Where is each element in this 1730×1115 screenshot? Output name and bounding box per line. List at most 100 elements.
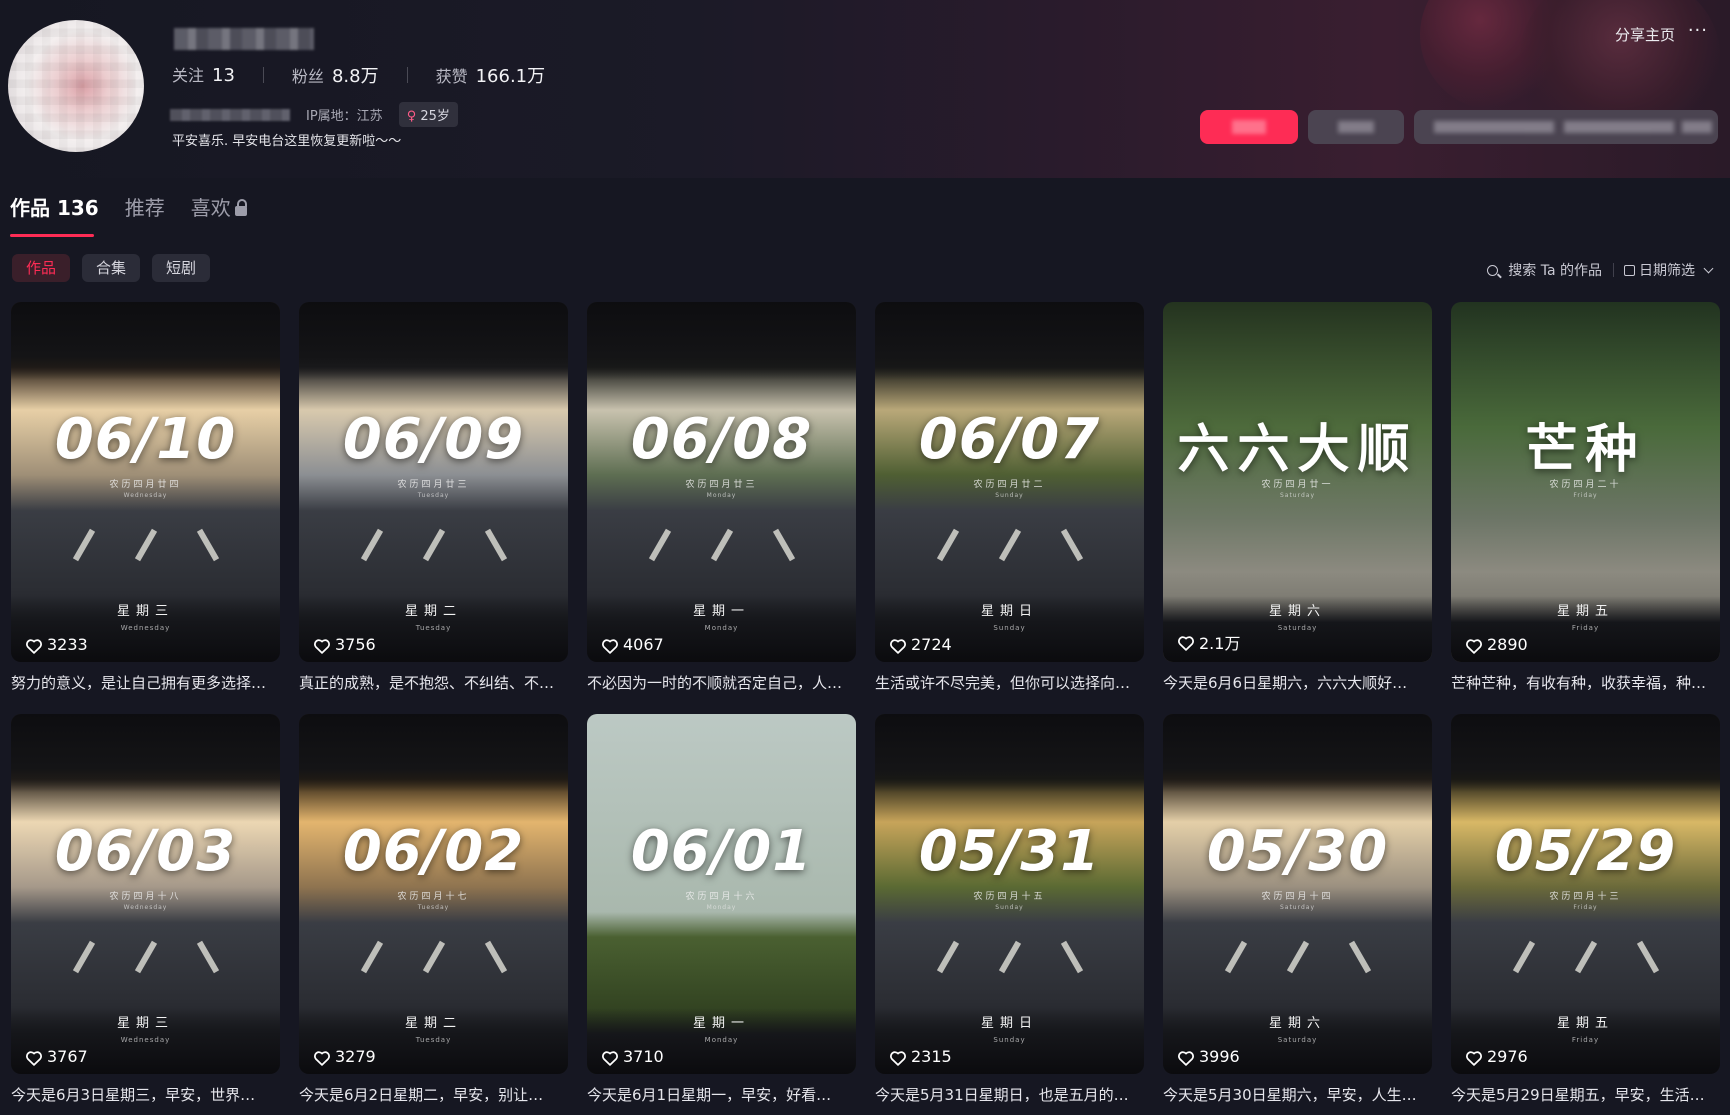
stat-followers[interactable]: 粉丝 8.8万 (292, 62, 379, 88)
tab-works[interactable]: 作品 136 (10, 192, 99, 221)
weekday-english-top: Tuesday (417, 492, 450, 499)
video-card[interactable]: 芒种 农历四月二十 Friday 星期五 Friday 2890 芒种芒种，有收有种，收获幸… (1451, 302, 1720, 693)
weekday-english: Friday (1571, 1036, 1600, 1044)
video-caption[interactable]: 努力的意义，是让自己拥有更多选择… (11, 672, 280, 693)
lane-marking (484, 940, 508, 974)
action-button-blurred[interactable] (1414, 110, 1718, 144)
video-caption[interactable]: 今天是5月31日星期日，也是五月的… (875, 1084, 1144, 1105)
age-badge: ♀ 25岁 (398, 102, 458, 127)
video-card[interactable]: 06/09 农历四月廿三 Tuesday 星期二 Tuesday 3756 真正的成熟，是不… (299, 302, 568, 693)
video-caption[interactable]: 生活或许不尽完美，但你可以选择向… (875, 672, 1144, 693)
lane-marking (998, 940, 1022, 974)
lunar-date: 农历四月十五 (973, 892, 1046, 902)
lane-marking (422, 940, 446, 974)
lane-marking (1574, 940, 1598, 974)
weekday-label: 星期五 (1556, 1016, 1614, 1031)
like-count: 3767 (25, 1047, 88, 1066)
video-caption[interactable]: 芒种芒种，有收有种，收获幸福，种… (1451, 672, 1720, 693)
video-caption[interactable]: 真正的成熟，是不抱怨、不纠结、不… (299, 672, 568, 693)
weekday-english-top: Friday (1573, 904, 1598, 911)
lane-marking (134, 528, 158, 562)
filter-works[interactable]: 作品 (12, 254, 71, 282)
video-card[interactable]: 06/01 农历四月十六 Monday 星期一 Monday 3710 今天是6月1日星期一… (587, 714, 856, 1105)
weekday-english-top: Wednesday (123, 492, 168, 499)
video-card[interactable]: 06/08 农历四月廿三 Monday 星期一 Monday 4067 不必因为一时的不顺就… (587, 302, 856, 693)
video-title-overlay: 六六大顺 (1177, 420, 1418, 480)
weekday-english: Monday (704, 624, 739, 632)
video-thumbnail[interactable]: 06/08 农历四月廿三 Monday 星期一 Monday 4067 (587, 302, 856, 662)
divider (1613, 263, 1614, 277)
heart-icon (1465, 1050, 1482, 1066)
tab-likes[interactable]: 喜欢 (191, 192, 247, 221)
date-filter-label: 日期筛选 (1639, 263, 1695, 279)
video-thumbnail[interactable]: 05/31 农历四月十五 Sunday 星期日 Sunday 2315 (875, 714, 1144, 1074)
lane-marking (936, 528, 960, 562)
like-count-value: 2976 (1487, 1047, 1528, 1066)
like-count: 2315 (889, 1047, 952, 1066)
lunar-date: 农历四月十八 (109, 892, 182, 902)
lunar-date: 农历四月廿三 (685, 480, 758, 490)
video-card[interactable]: 06/10 农历四月廿四 Wednesday 星期三 Wednesday 3233 努力的意… (11, 302, 280, 693)
like-count-value: 2890 (1487, 635, 1528, 654)
stat-following[interactable]: 关注 13 (172, 62, 235, 88)
filter-short-dramas[interactable]: 短剧 (152, 254, 211, 282)
lunar-date: 农历四月二十 (1549, 480, 1622, 490)
video-thumbnail[interactable]: 芒种 农历四月二十 Friday 星期五 Friday 2890 (1451, 302, 1720, 662)
avatar[interactable] (8, 20, 144, 152)
video-thumbnail[interactable]: 06/09 农历四月廿三 Tuesday 星期二 Tuesday 3756 (299, 302, 568, 662)
video-thumbnail[interactable]: 06/03 农历四月十八 Wednesday 星期三 Wednesday 3767 (11, 714, 280, 1074)
search-works-button[interactable]: 搜索 Ta 的作品 (1487, 260, 1602, 280)
video-card[interactable]: 06/02 农历四月十七 Tuesday 星期二 Tuesday 3279 今天是6月2日星… (299, 714, 568, 1105)
video-thumbnail[interactable]: 06/02 农历四月十七 Tuesday 星期二 Tuesday 3279 (299, 714, 568, 1074)
video-thumbnail[interactable]: 06/07 农历四月廿二 Sunday 星期日 Sunday 2724 (875, 302, 1144, 662)
video-card[interactable]: 06/03 农历四月十八 Wednesday 星期三 Wednesday 3767 今天是6… (11, 714, 280, 1105)
video-title-overlay: 05/29 (1494, 819, 1677, 884)
car-roof-shadow (1163, 714, 1432, 792)
weekday-label: 星期二 (404, 604, 462, 619)
weekday-english: Sunday (993, 1036, 1026, 1044)
video-thumbnail[interactable]: 05/30 农历四月十四 Saturday 星期六 Saturday 3996 (1163, 714, 1432, 1074)
video-card[interactable]: 05/30 农历四月十四 Saturday 星期六 Saturday 3996 今天是5月3… (1163, 714, 1432, 1105)
follow-button[interactable] (1200, 110, 1298, 144)
video-caption[interactable]: 今天是6月3日星期三，早安，世界… (11, 1084, 280, 1105)
weekday-english-top: Sunday (995, 492, 1024, 499)
car-roof-shadow (11, 302, 280, 380)
weekday-label: 星期一 (692, 604, 750, 619)
video-thumbnail[interactable]: 06/10 农历四月廿四 Wednesday 星期三 Wednesday 3233 (11, 302, 280, 662)
profile-bio: 平安喜乐. 早安电台这里恢复更新啦～～ (172, 134, 402, 149)
video-caption[interactable]: 不必因为一时的不顺就否定自己，人… (587, 672, 856, 693)
video-caption[interactable]: 今天是6月2日星期二，早安，别让… (299, 1084, 568, 1105)
calendar-icon (1624, 264, 1635, 276)
lane-marking (422, 528, 446, 562)
lane-marking (772, 528, 796, 562)
video-card[interactable]: 六六大顺 农历四月廿一 Saturday 星期六 Saturday 2.1万今天是6月6日… (1163, 302, 1432, 693)
tab-recommended[interactable]: 推荐 (125, 192, 165, 221)
like-count: 4067 (601, 635, 664, 654)
like-count: 3756 (313, 635, 376, 654)
heart-icon (25, 638, 42, 654)
video-thumbnail[interactable]: 05/29 农历四月十三 Friday 星期五 Friday 2976 (1451, 714, 1720, 1074)
video-thumbnail[interactable]: 六六大顺 农历四月廿一 Saturday 星期六 Saturday 2.1万 (1163, 302, 1432, 662)
video-caption[interactable]: 今天是5月30日星期六，早安，人生… (1163, 1084, 1432, 1105)
weekday-english: Monday (704, 1036, 739, 1044)
message-button[interactable] (1308, 110, 1404, 144)
video-caption[interactable]: 今天是5月29日星期五，早安，生活… (1451, 1084, 1720, 1105)
date-filter-button[interactable]: 日期筛选 (1624, 260, 1716, 280)
more-options-button[interactable]: ··· (1688, 20, 1708, 41)
weekday-label: 星期三 (116, 1016, 174, 1031)
video-caption[interactable]: 今天是6月6日星期六，六六大顺好… (1163, 672, 1432, 693)
like-count-value: 2.1万 (1199, 634, 1241, 653)
video-card[interactable]: 05/31 农历四月十五 Sunday 星期日 Sunday 2315 今天是5月31日星期… (875, 714, 1144, 1105)
lane-marking (1348, 940, 1372, 974)
like-count-value: 2724 (911, 635, 952, 654)
video-caption[interactable]: 今天是6月1日星期一，早安，好看… (587, 1084, 856, 1105)
weekday-english-top: Tuesday (417, 904, 450, 911)
video-card[interactable]: 05/29 农历四月十三 Friday 星期五 Friday 2976 今天是5月29日星期… (1451, 714, 1720, 1105)
share-profile-button[interactable]: 分享主页 (1615, 24, 1675, 45)
filter-collections[interactable]: 合集 (82, 254, 141, 282)
weekday-english-top: Monday (706, 492, 737, 499)
video-thumbnail[interactable]: 06/01 农历四月十六 Monday 星期一 Monday 3710 (587, 714, 856, 1074)
video-card[interactable]: 06/07 农历四月廿二 Sunday 星期日 Sunday 2724 生活或许不尽完美，但… (875, 302, 1144, 693)
heart-icon (313, 638, 330, 654)
lane-marking (1060, 940, 1084, 974)
